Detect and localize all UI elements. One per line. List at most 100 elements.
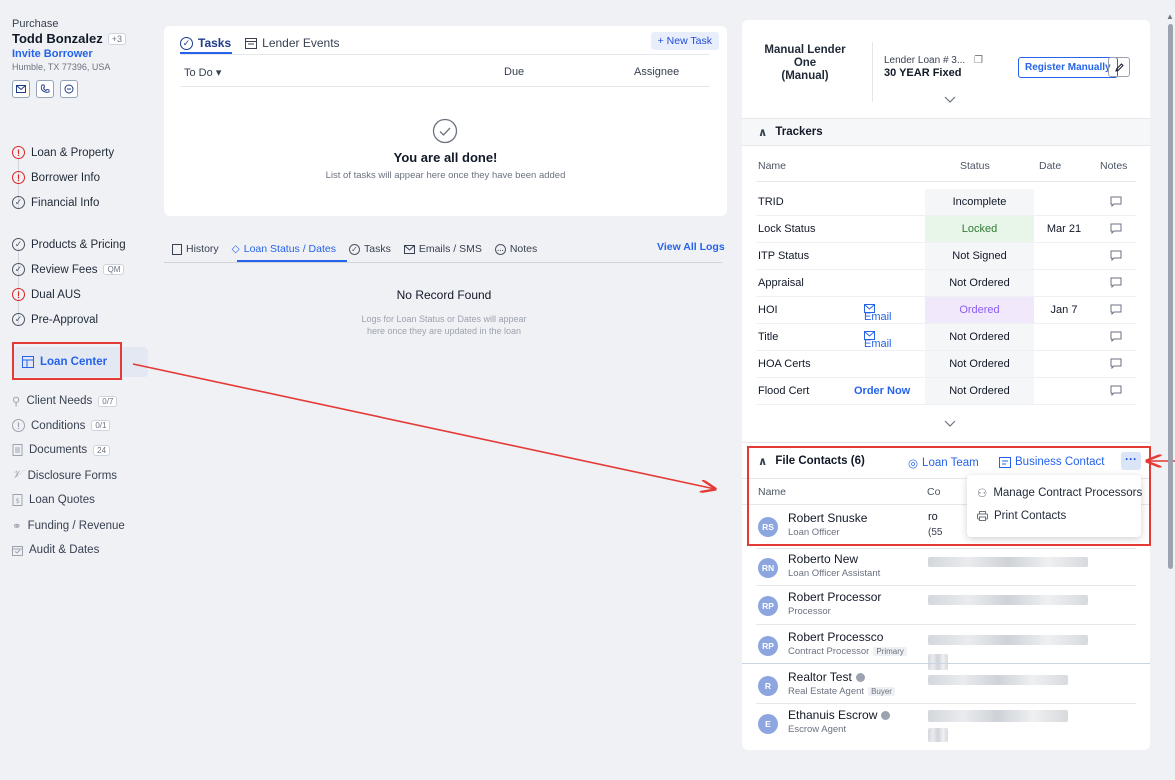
tracker-row[interactable]: Title Email Not Ordered (756, 324, 1136, 351)
sidebar-item-financial-info[interactable]: ✓ Financial Info (12, 196, 99, 209)
new-task-button[interactable]: + New Task (650, 32, 719, 50)
tracker-row[interactable]: HOI Email Ordered Jan 7 (756, 297, 1136, 324)
comment-icon[interactable] (1110, 358, 1122, 372)
tracker-row[interactable]: ITP Status Not Signed (756, 243, 1136, 270)
tab-notes[interactable]: … Notes (494, 236, 538, 262)
sidebar-item-loan-quotes[interactable]: $ Loan Quotes (12, 494, 95, 506)
contact-name[interactable]: Robert Processco (788, 630, 883, 644)
redacted-contact-info (928, 675, 1068, 685)
contact-row[interactable]: E Ethanuis Escrow Escrow Agent (758, 708, 1138, 746)
phone-icon[interactable] (36, 80, 54, 98)
comment-icon[interactable] (1110, 250, 1122, 264)
sidebar-item-label: Loan & Property (31, 146, 115, 159)
info-icon[interactable] (855, 672, 865, 682)
trackers-header[interactable]: ∧ Trackers (742, 118, 1150, 146)
comment-icon[interactable] (1110, 331, 1122, 345)
scrollbar-thumb[interactable] (1168, 24, 1173, 569)
sidebar-item-dual-aus[interactable]: ! Dual AUS (12, 288, 81, 301)
contact-name[interactable]: Realtor Test (788, 670, 865, 684)
empty-title: You are all done! (393, 150, 498, 165)
sidebar-item-funding-revenue[interactable]: ⚭ Funding / Revenue (12, 519, 125, 533)
mail-icon[interactable] (12, 80, 30, 98)
borrower-name[interactable]: Todd Bonzalez (12, 31, 103, 46)
funding-icon: ⚭ (12, 521, 22, 533)
tracker-status[interactable]: Not Ordered (925, 270, 1034, 296)
divider (756, 181, 1136, 182)
comment-icon[interactable] (1110, 277, 1122, 291)
chevron-down-icon: ▾ (215, 67, 222, 79)
tracker-row[interactable]: Flood Cert Order Now Not Ordered (756, 378, 1136, 405)
tracker-date: Mar 21 (1046, 223, 1082, 235)
redacted-contact-info (928, 710, 1068, 722)
client-needs-icon: ⚲ (12, 396, 21, 408)
tracker-row[interactable]: Appraisal Not Ordered (756, 270, 1136, 297)
sidebar-item-audit-dates[interactable]: Audit & Dates (12, 544, 99, 556)
tab-history[interactable]: History (172, 236, 219, 262)
comment-icon[interactable] (1110, 304, 1122, 318)
tracker-status[interactable]: Not Ordered (925, 324, 1034, 350)
tracker-row[interactable]: TRID Incomplete (756, 189, 1136, 216)
sidebar-item-client-needs[interactable]: ⚲ Client Needs 0/7 (12, 394, 118, 408)
highlight-box-loan-center (12, 342, 122, 380)
error-icon: ! (12, 288, 25, 301)
sidebar-item-pre-approval[interactable]: ✓ Pre-Approval (12, 313, 98, 326)
divider (756, 624, 1136, 625)
sidebar-item-borrower-info[interactable]: ! Borrower Info (12, 171, 100, 184)
tracker-row[interactable]: HOA Certs Not Ordered (756, 351, 1136, 378)
sidebar-item-label: Conditions (31, 419, 86, 432)
contact-name[interactable]: Ethanuis Escrow (788, 708, 891, 722)
edit-lender-button[interactable] (1108, 57, 1130, 77)
tab-log-tasks[interactable]: ✓ Tasks (348, 236, 391, 262)
tracker-row[interactable]: Lock Status Locked Mar 21 (756, 216, 1136, 243)
tracker-status[interactable]: Ordered (925, 297, 1034, 323)
section-title: Trackers (775, 126, 823, 138)
scroll-up-icon[interactable]: ▲ (1166, 12, 1174, 21)
tab-lender-events[interactable]: Lender Events (245, 29, 340, 57)
invite-borrower-link[interactable]: Invite Borrower (12, 48, 152, 60)
chevron-down-icon[interactable] (944, 96, 956, 104)
pencil-icon (1114, 62, 1124, 72)
tracker-status[interactable]: Not Ordered (925, 378, 1034, 404)
contact-role: Real Estate Agent Buyer (788, 686, 895, 697)
register-manually-button[interactable]: Register Manually (1018, 57, 1118, 78)
tab-loan-status-dates[interactable]: ◇ Loan Status / Dates (232, 236, 336, 262)
view-all-logs-link[interactable]: View All Logs (657, 241, 725, 253)
sidebar-item-products-pricing[interactable]: ✓ Products & Pricing (12, 238, 126, 251)
contact-row[interactable]: RP Robert Processor Processor (758, 590, 1138, 628)
chat-icon[interactable] (60, 80, 78, 98)
error-icon: ! (12, 171, 25, 184)
lender-name-line: (Manual) (781, 70, 829, 82)
tracker-status[interactable]: Incomplete (925, 189, 1034, 215)
sidebar-item-disclosure-forms[interactable]: 𝒱 Disclosure Forms (12, 469, 117, 482)
contact-name[interactable]: Roberto New (788, 552, 858, 566)
column-assignee: Assignee (634, 66, 680, 78)
email-tracker-button[interactable]: Email (864, 304, 892, 323)
qm-badge: QM (103, 264, 125, 275)
tab-emails-sms[interactable]: Emails / SMS (403, 236, 482, 262)
sidebar-item-conditions[interactable]: ! Conditions 0/1 (12, 419, 111, 432)
tracker-status[interactable]: Not Ordered (925, 351, 1034, 377)
email-tracker-button[interactable]: Email (864, 331, 892, 350)
order-now-button[interactable]: Order Now (854, 385, 910, 397)
tracker-status[interactable]: Not Signed (925, 243, 1034, 269)
contact-name[interactable]: Robert Processor (788, 590, 881, 604)
avatar: RP (758, 596, 778, 616)
tab-label: Notes (509, 243, 538, 255)
tracker-status[interactable]: Locked (925, 216, 1034, 242)
check-circle-icon: ✓ (180, 36, 193, 50)
comment-icon[interactable] (1110, 223, 1122, 237)
comment-icon[interactable] (1110, 385, 1122, 399)
sidebar-item-documents[interactable]: Documents 24 (12, 444, 111, 456)
sidebar-item-loan-property[interactable]: ! Loan & Property (12, 146, 114, 159)
column-date: Date (1039, 160, 1062, 172)
lender-loan-number: Lender Loan # 3... ❐ (884, 55, 983, 66)
empty-subtitle-line: Logs for Loan Status or Dates will appea… (361, 314, 527, 324)
chevron-down-icon[interactable] (944, 420, 956, 428)
contact-role: Escrow Agent (788, 724, 847, 735)
comment-icon[interactable] (1110, 196, 1122, 210)
co-borrower-count[interactable]: +3 (107, 32, 127, 45)
copy-icon[interactable]: ❐ (974, 55, 983, 66)
info-icon[interactable] (881, 710, 891, 720)
todo-filter[interactable]: To Do ▾ (184, 66, 221, 79)
sidebar-item-review-fees[interactable]: ✓ Review Fees QM (12, 263, 125, 276)
